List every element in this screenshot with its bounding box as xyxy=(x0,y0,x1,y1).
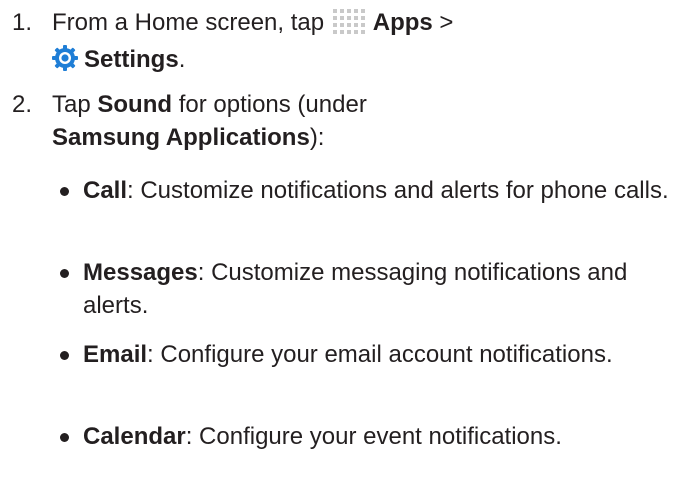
apps-grid-icon xyxy=(331,8,367,43)
sound-label: Sound xyxy=(97,91,173,118)
item-desc: : Configure your email account notificat… xyxy=(147,341,613,368)
step-number: 1. xyxy=(12,9,33,36)
step-1: 1. From a Home screen, tap Apps > Settin… xyxy=(0,6,680,80)
item-term: Calendar xyxy=(83,423,186,450)
item-desc: : Configure your event notifications. xyxy=(185,423,562,450)
bullet-icon xyxy=(60,187,69,196)
list-item-call: Call: Customize notifications and alerts… xyxy=(0,174,680,207)
section-label: Samsung Applications xyxy=(52,124,310,151)
bullet-icon xyxy=(60,269,69,278)
step-1-prefix: From a Home screen, tap xyxy=(52,9,331,36)
step-text: Tap Sound for options (under Samsung App… xyxy=(52,88,680,154)
bullet-icon xyxy=(60,351,69,360)
tap-text: Tap xyxy=(52,91,98,118)
item-term: Email xyxy=(83,341,148,368)
instructions-page: 1. From a Home screen, tap Apps > Settin… xyxy=(0,0,680,500)
step-text: From a Home screen, tap Apps > Settings. xyxy=(52,6,680,80)
item-term: Call xyxy=(83,177,128,204)
for-options-text: for options (under xyxy=(172,91,367,118)
list-item-email: Email: Configure your email account noti… xyxy=(0,338,680,371)
bullet-icon xyxy=(60,433,69,442)
step-2: 2. Tap Sound for options (under Samsung … xyxy=(0,88,680,154)
item-term: Messages xyxy=(83,259,198,286)
step-1-end: . xyxy=(178,46,186,73)
apps-label: Apps xyxy=(372,9,433,36)
close-paren: ): xyxy=(309,124,325,151)
list-item-messages: Messages: Customize messaging notificati… xyxy=(0,256,680,322)
step-number: 2. xyxy=(12,91,33,118)
settings-label: Settings xyxy=(84,46,179,73)
item-desc: : Customize notifications and alerts for… xyxy=(127,177,669,204)
separator: > xyxy=(432,9,454,36)
list-item-calendar: Calendar: Configure your event notificat… xyxy=(0,420,680,453)
settings-gear-icon xyxy=(52,45,78,80)
